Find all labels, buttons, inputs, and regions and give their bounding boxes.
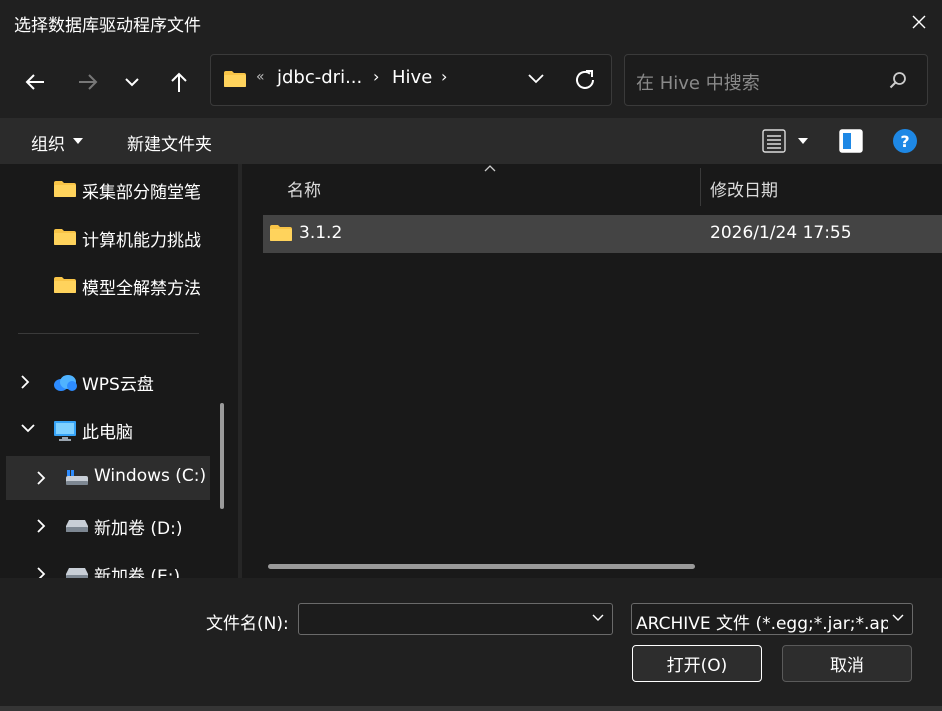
breadcrumb-jdbc[interactable]: jdbc-dri... [277,67,362,88]
back-button[interactable] [17,64,53,100]
column-header-name[interactable]: 名称 [287,176,321,201]
file-row[interactable]: 3.1.2 2026/1/24 17:55 [263,215,942,253]
open-button[interactable]: 打开(O) [632,645,762,682]
sidebar-item-label: 新加卷 (E:) [94,567,181,578]
folder-icon [54,229,76,245]
arrow-left-icon [25,74,44,90]
sidebar-item-wps-cloud[interactable]: WPS云盘 [0,360,210,404]
horizontal-scrollbar[interactable] [268,564,695,569]
folder-icon [54,181,76,197]
cancel-button[interactable]: 取消 [782,645,912,682]
sidebar-divider [18,333,199,334]
sidebar-item-label: 计算机能力挑战 [82,231,201,251]
chevron-right-icon[interactable] [20,374,30,390]
chevron-down-icon[interactable] [20,422,36,434]
filename-label: 文件名(N): [206,614,289,634]
sidebar-scrollbar[interactable] [220,403,224,509]
search-placeholder[interactable]: 在 Hive 中搜索 [636,69,760,95]
drive-icon [66,568,88,578]
dialog-title: 选择数据库驱动程序文件 [14,16,201,36]
view-list-icon[interactable] [762,129,786,153]
refresh-icon[interactable] [573,68,597,92]
sidebar-item-folder-3[interactable]: 模型全解禁方法 [0,264,210,308]
column-header-date[interactable]: 修改日期 [710,176,778,201]
help-icon[interactable]: ? [892,128,918,154]
chevron-right-icon[interactable] [36,518,46,534]
chevron-down-icon [892,614,904,621]
sidebar-item-this-pc[interactable]: 此电脑 [0,408,210,452]
organize-button[interactable]: 组织 [31,130,65,155]
sidebar-item-drive-c[interactable]: Windows (C:) [6,456,210,500]
command-bar: 组织 新建文件夹 ? [0,118,942,164]
file-list[interactable]: 名称 修改日期 3.1.2 2026/1/24 17:55 [242,164,942,578]
breadcrumb-separator[interactable]: › [373,67,379,86]
window-bottom-edge [0,706,942,711]
search-box[interactable]: 在 Hive 中搜索 [624,54,928,106]
sidebar-item-folder-1[interactable]: 采集部分随堂笔 [0,168,210,212]
dialog-footer: 文件名(N): ARCHIVE 文件 (*.egg;*.jar;*.apk 打开… [0,578,942,711]
chevron-down-icon[interactable] [592,614,604,622]
sidebar-item-drive-e[interactable]: 新加卷 (E:) [0,552,210,578]
sidebar-item-label: 此电脑 [82,423,133,443]
new-folder-button[interactable]: 新建文件夹 [127,130,212,155]
chevron-down-icon [125,78,139,87]
title-bar: 选择数据库驱动程序文件 [0,0,942,44]
new-folder-label: 新建文件夹 [127,135,212,155]
file-modified-date: 2026/1/24 17:55 [710,223,852,243]
open-button-label: 打开(O) [666,656,728,676]
folder-icon [270,225,292,241]
sidebar-item-label: WPS云盘 [82,375,154,395]
filetype-select[interactable]: ARCHIVE 文件 (*.egg;*.jar;*.apk [631,603,913,635]
search-icon[interactable] [889,71,907,89]
arrow-up-icon [171,72,187,92]
column-divider[interactable] [700,168,701,206]
up-button[interactable] [161,64,197,100]
address-bar[interactable]: « jdbc-dri... › Hive › [210,54,612,106]
chevron-right-icon[interactable] [36,470,46,486]
folder-icon [224,71,246,87]
forward-button[interactable] [70,64,106,100]
breadcrumb-hive[interactable]: Hive [392,67,432,88]
drive-icon [66,470,88,485]
sidebar-item-label: 新加卷 (D:) [94,519,183,539]
sidebar-item-label: 采集部分随堂笔 [82,183,201,203]
filename-input[interactable] [299,604,584,634]
sort-ascending-icon [484,165,496,172]
close-button[interactable] [896,0,942,44]
preview-pane-icon[interactable] [839,129,863,153]
recent-locations-button[interactable] [114,64,150,100]
filename-combobox[interactable] [298,603,613,635]
organize-label: 组织 [31,135,65,155]
navigation-pane[interactable]: 采集部分随堂笔 计算机能力挑战 模型全解禁方法 WPS云盘 此电脑 Window… [0,164,238,578]
file-name: 3.1.2 [299,223,343,243]
cloud-icon [54,375,77,391]
breadcrumb-separator[interactable]: › [441,67,447,86]
sidebar-item-label: Windows (C:) [94,466,207,486]
svg-text:?: ? [900,132,909,151]
cancel-button-label: 取消 [830,656,864,676]
drive-icon [66,520,88,532]
navigation-bar: « jdbc-dri... › Hive › 在 Hive 中搜索 [0,44,942,118]
arrow-right-icon [79,74,98,90]
chevron-right-icon[interactable] [36,566,46,578]
folder-icon [54,277,76,293]
sidebar-item-label: 模型全解禁方法 [82,279,201,299]
chevron-down-icon[interactable] [527,72,545,84]
close-icon [912,15,926,29]
computer-icon [54,421,76,441]
sidebar-item-drive-d[interactable]: 新加卷 (D:) [0,504,210,548]
filetype-value: ARCHIVE 文件 (*.egg;*.jar;*.apk [636,614,888,634]
caret-down-icon [73,138,83,144]
breadcrumb-overflow[interactable]: « [256,69,265,85]
caret-down-icon[interactable] [798,138,808,144]
sidebar-item-folder-2[interactable]: 计算机能力挑战 [0,216,210,260]
